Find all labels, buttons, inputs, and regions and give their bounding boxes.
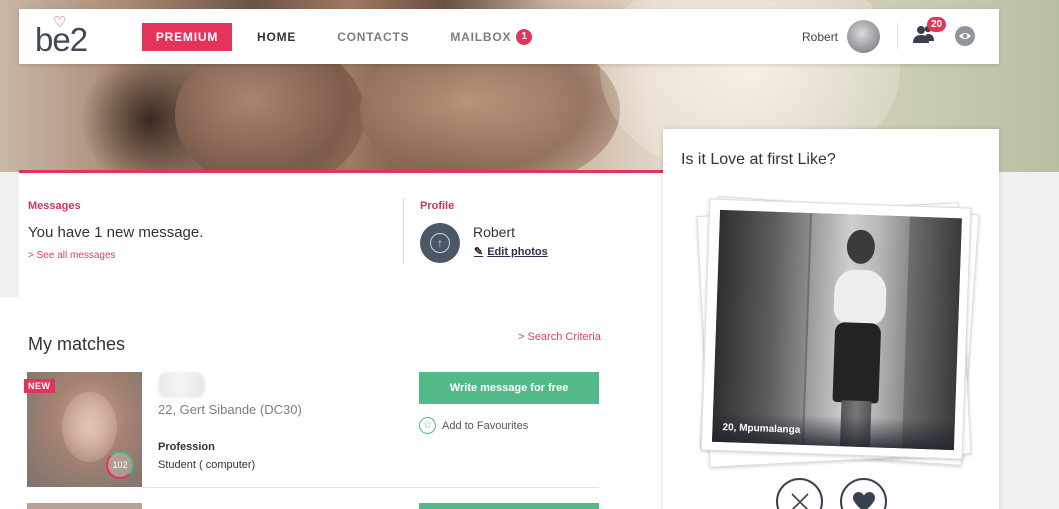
edit-photos-link[interactable]: ✎ Edit photos	[474, 245, 548, 259]
edit-photos-label: Edit photos	[487, 245, 548, 258]
like-game-title: Is it Love at first Like?	[681, 151, 836, 168]
top-navigation: be2 ♡ PREMIUM HOME CONTACTS MAILBOX 1 Ro…	[19, 9, 999, 64]
match-photo[interactable]	[27, 503, 142, 509]
premium-button[interactable]: PREMIUM	[142, 22, 232, 51]
match-location: 22, Gert Sibande (DC30)	[158, 402, 302, 417]
nav-home[interactable]: HOME	[257, 30, 296, 44]
pencil-icon: ✎	[474, 246, 484, 258]
mailbox-count-badge: 1	[516, 28, 533, 45]
see-all-messages-link[interactable]: > See all messages	[28, 250, 116, 261]
nav-mailbox-label: MAILBOX	[450, 29, 512, 44]
write-message-button[interactable]: Write message for free	[419, 372, 599, 404]
logo[interactable]: be2 ♡	[35, 13, 95, 58]
nav-contacts[interactable]: CONTACTS	[337, 30, 409, 44]
profile-name: Robert	[473, 224, 516, 240]
messages-text: You have 1 new message.	[28, 224, 204, 241]
add-to-favourites-label: Add to Favourites	[442, 419, 529, 432]
candidate-photo: 20, Mpumalanga	[711, 209, 962, 451]
matches-title: My matches	[28, 334, 126, 354]
heart-logo-icon: ♡	[53, 13, 67, 31]
contacts-icon[interactable]: 20	[912, 17, 947, 46]
eye-icon[interactable]	[955, 26, 975, 46]
nav-mailbox[interactable]: MAILBOX 1	[450, 28, 533, 45]
search-criteria-link[interactable]: > Search Criteria	[518, 331, 601, 343]
camera-upload-icon: ↑	[430, 233, 450, 253]
write-message-button[interactable]	[419, 503, 599, 509]
divider	[403, 198, 404, 264]
star-icon: ☆	[419, 417, 436, 434]
profile-label: Profile	[420, 200, 455, 212]
match-name-blurred	[158, 372, 205, 398]
divider	[897, 23, 898, 49]
messages-label: Messages	[28, 200, 81, 212]
photo-stack: 20, Mpumalanga	[696, 196, 980, 468]
avatar	[847, 20, 881, 53]
candidate-card[interactable]: 20, Mpumalanga	[700, 198, 972, 460]
row-divider	[142, 487, 599, 488]
contacts-count-badge: 20	[927, 17, 947, 32]
add-to-favourites-button[interactable]: ☆ Add to Favourites	[419, 417, 528, 434]
match-score: 102	[106, 451, 134, 479]
heart-icon	[852, 491, 875, 509]
user-name: Robert	[802, 29, 839, 44]
profession-label: Profession	[158, 441, 215, 453]
new-badge: NEW	[24, 379, 55, 393]
profession-value: Student ( computer)	[158, 459, 256, 471]
profile-avatar[interactable]: ↑	[420, 223, 460, 263]
user-menu[interactable]: Robert	[802, 9, 881, 64]
close-icon	[790, 492, 809, 509]
